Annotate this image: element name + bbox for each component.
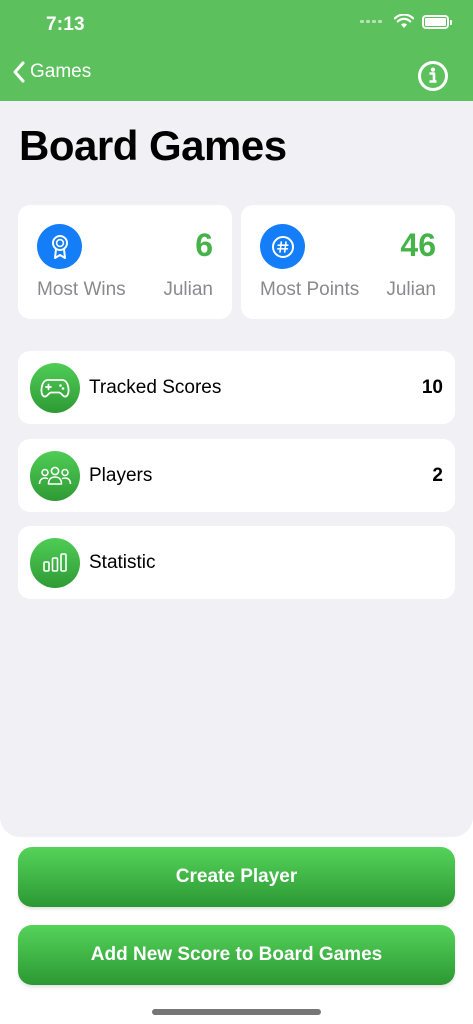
home-indicator	[152, 1009, 321, 1015]
cellular-signal-icon	[360, 20, 382, 23]
add-new-score-button[interactable]: Add New Score to Board Games	[18, 925, 455, 985]
most-wins-value: 6	[195, 227, 213, 263]
status-time: 7:13	[46, 14, 85, 35]
most-wins-card: 6 Most Wins Julian	[18, 205, 232, 319]
most-wins-label: Most Wins	[37, 279, 126, 300]
most-points-player: Julian	[386, 279, 436, 300]
content-area: Board Games 6 Most Wins Julian 46 Most P…	[0, 101, 473, 837]
statistic-row[interactable]: Statistic	[18, 526, 455, 599]
hash-points-icon	[260, 224, 305, 269]
create-player-button[interactable]: Create Player	[18, 847, 455, 907]
info-button[interactable]	[417, 60, 449, 92]
back-label: Games	[30, 61, 92, 82]
award-ribbon-icon	[37, 224, 82, 269]
statistic-label: Statistic	[89, 552, 156, 573]
most-points-card: 46 Most Points Julian	[241, 205, 455, 319]
header-bar: 7:13 Games	[0, 0, 473, 101]
page-title: Board Games	[19, 122, 287, 169]
players-label: Players	[89, 465, 153, 486]
players-row[interactable]: Players 2	[18, 439, 455, 512]
tracked-scores-row[interactable]: Tracked Scores 10	[18, 351, 455, 424]
screen: 7:13 Games Board Games 6 Most Wins Julia…	[0, 0, 473, 1024]
players-count: 2	[432, 465, 443, 486]
bar-chart-icon	[30, 538, 80, 588]
players-group-icon	[30, 451, 80, 501]
chevron-left-icon	[13, 61, 25, 83]
status-indicators	[360, 14, 452, 29]
tracked-scores-label: Tracked Scores	[89, 377, 222, 398]
wifi-icon	[394, 14, 414, 28]
gamecontroller-icon	[30, 363, 80, 413]
tracked-scores-count: 10	[421, 377, 443, 398]
most-points-label: Most Points	[260, 279, 360, 300]
back-button[interactable]: Games	[12, 60, 91, 84]
info-icon	[418, 61, 448, 91]
battery-icon	[422, 14, 452, 29]
most-wins-player: Julian	[163, 279, 213, 300]
most-points-value: 46	[400, 227, 436, 263]
